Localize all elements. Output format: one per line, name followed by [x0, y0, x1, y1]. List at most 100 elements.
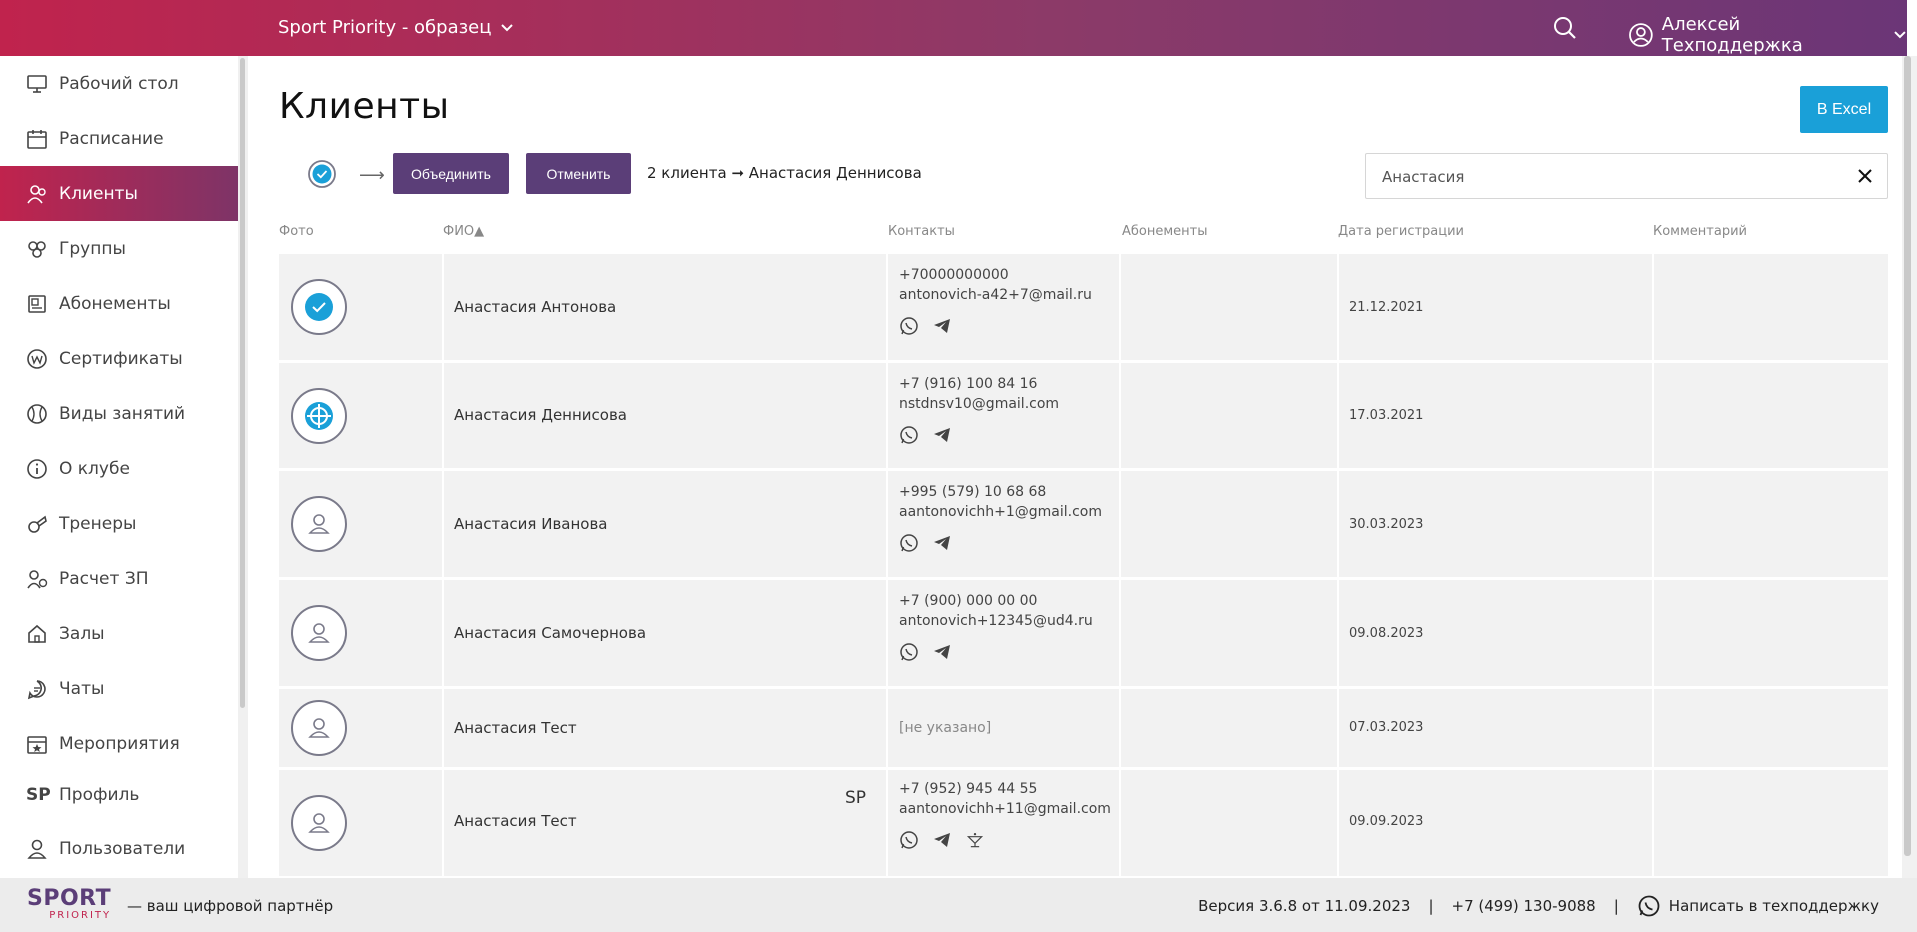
footer-separator: | — [1428, 897, 1434, 915]
client-email: aantonovichh+1@gmail.com — [899, 504, 1103, 520]
whatsapp-icon[interactable] — [899, 425, 919, 445]
sidebar-item-about-club[interactable]: О клубе — [0, 441, 238, 496]
close-icon[interactable] — [1856, 167, 1874, 185]
arrow-right-icon: ⟶ — [359, 165, 385, 186]
registration-date: 09.08.2023 — [1349, 626, 1424, 641]
user-name: Алексей Техподдержка — [1661, 14, 1803, 56]
client-contacts: [не указано] — [899, 718, 991, 738]
sidebar-item-schedule[interactable]: Расписание — [0, 111, 238, 166]
telegram-icon[interactable] — [932, 425, 952, 445]
client-name[interactable]: Анастасия Антонова — [454, 298, 616, 316]
sidebar-item-users[interactable]: Пользователи — [0, 821, 238, 876]
cell-divider — [1119, 689, 1121, 767]
user-icon — [27, 839, 47, 859]
sidebar-item-label: Расписание — [59, 128, 164, 149]
sidebar-item-label: Виды занятий — [59, 403, 186, 424]
page-scrollbar[interactable] — [1904, 56, 1911, 856]
footer: SPORT PRIORITY — ваш цифровой партнёр Ве… — [0, 878, 1917, 932]
client-name[interactable]: Анастасия Самочернова — [454, 624, 646, 642]
client-name[interactable]: Анастасия Иванова — [454, 515, 608, 533]
sidebar-item-certificates[interactable]: Сертификаты — [0, 331, 238, 386]
sidebar: Рабочий стол Расписание Клиенты Группы А… — [0, 56, 238, 878]
whatsapp-icon[interactable] — [899, 316, 919, 336]
search-icon[interactable] — [1552, 15, 1578, 41]
sidebar-item-profile[interactable]: SP Профиль — [0, 767, 238, 822]
column-header-reg-date: Дата регистрации — [1338, 224, 1465, 239]
sidebar-item-halls[interactable]: Залы — [0, 606, 238, 661]
cell-divider — [1337, 770, 1339, 876]
column-header-name[interactable]: ФИО▲ — [443, 224, 484, 239]
sidebar-item-clients[interactable]: Клиенты — [0, 166, 238, 221]
support-phone[interactable]: +7 (499) 130-9088 — [1452, 897, 1596, 915]
certificate-icon — [27, 348, 47, 369]
client-name[interactable]: Анастасия Тест — [454, 812, 577, 830]
client-search-box — [1365, 153, 1888, 199]
table-row[interactable]: Анастасия Иванова +995 (579) 10 68 68 aa… — [279, 471, 1888, 577]
table-row[interactable]: Анастасия Тест [не указано] 07.03.2023 — [279, 689, 1888, 767]
sidebar-item-chats[interactable]: Чаты — [0, 661, 238, 716]
export-excel-button[interactable]: В Excel — [1800, 86, 1888, 133]
messenger-icons — [899, 533, 952, 553]
client-email: antonovich-a42+7@mail.ru — [899, 287, 1092, 303]
whatsapp-icon[interactable] — [899, 533, 919, 553]
user-menu[interactable]: Алексей Техподдержка — [1628, 14, 1907, 56]
table-row[interactable]: Анастасия Деннисова +7 (916) 100 84 16 n… — [279, 363, 1888, 468]
cell-divider — [886, 689, 888, 767]
telegram-icon[interactable] — [932, 830, 952, 850]
chat-icon — [27, 679, 46, 699]
club-selector[interactable]: Sport Priority - образец — [278, 17, 514, 38]
cell-divider — [1652, 689, 1654, 767]
telegram-icon[interactable] — [932, 316, 952, 336]
merge-summary: 2 клиента ➞ Анастасия Деннисова — [647, 164, 922, 182]
cell-divider — [1337, 689, 1339, 767]
merge-button[interactable]: Объединить — [393, 153, 509, 194]
sidebar-item-label: Рабочий стол — [59, 73, 179, 94]
sidebar-item-trainers[interactable]: Тренеры — [0, 496, 238, 551]
search-input[interactable] — [1382, 166, 1822, 188]
avatar[interactable] — [291, 605, 347, 661]
client-name[interactable]: Анастасия Тест — [454, 719, 577, 737]
support-chat-link[interactable]: Написать в техподдержку — [1637, 894, 1879, 918]
whatsapp-icon[interactable] — [899, 642, 919, 662]
chevron-down-icon — [1894, 31, 1906, 39]
target-icon — [305, 402, 333, 430]
registration-date: 07.03.2023 — [1349, 720, 1424, 735]
registration-date: 21.12.2021 — [1349, 300, 1424, 315]
cancel-merge-button[interactable]: Отменить — [526, 153, 631, 194]
cell-divider — [442, 580, 444, 686]
table-row[interactable]: Анастасия Самочернова +7 (900) 000 00 00… — [279, 580, 1888, 686]
sidebar-item-activity-types[interactable]: Виды занятий — [0, 386, 238, 441]
client-name[interactable]: Анастасия Деннисова — [454, 406, 627, 424]
sidebar-item-label: Клиенты — [59, 183, 138, 204]
app-icon[interactable] — [965, 830, 985, 850]
client-email: nstdnsv10@gmail.com — [899, 396, 1060, 412]
sidebar-item-memberships[interactable]: Абонементы — [0, 276, 238, 331]
avatar[interactable] — [291, 388, 347, 444]
avatar[interactable] — [291, 795, 347, 851]
sidebar-scrollbar[interactable] — [240, 58, 245, 708]
cell-divider — [442, 689, 444, 767]
telegram-icon[interactable] — [932, 642, 952, 662]
select-all-checkbox[interactable] — [307, 159, 337, 189]
client-email: antonovich+12345@ud4.ru — [899, 613, 1093, 629]
sidebar-item-label: Мероприятия — [59, 733, 180, 754]
client-phone: +995 (579) 10 68 68 — [899, 484, 1047, 500]
table-row[interactable]: Анастасия Тест SP +7 (952) 945 44 55 aan… — [279, 770, 1888, 876]
sidebar-item-groups[interactable]: Группы — [0, 221, 238, 276]
sidebar-item-events[interactable]: Мероприятия — [0, 716, 238, 771]
cell-divider — [442, 363, 444, 468]
sidebar-item-salary[interactable]: Расчет ЗП — [0, 551, 238, 606]
person-icon — [308, 623, 330, 643]
avatar[interactable] — [291, 700, 347, 756]
table-row[interactable]: Анастасия Антонова +70000000000 antonovi… — [279, 254, 1888, 360]
column-header-comment: Комментарий — [1653, 224, 1747, 239]
person-icon — [308, 514, 330, 534]
telegram-icon[interactable] — [932, 533, 952, 553]
membership-icon — [28, 294, 46, 313]
ball-icon — [27, 403, 47, 424]
avatar[interactable] — [291, 496, 347, 552]
column-header-contacts: Контакты — [888, 224, 955, 239]
whatsapp-icon[interactable] — [899, 830, 919, 850]
avatar[interactable] — [291, 279, 347, 335]
sidebar-item-dashboard[interactable]: Рабочий стол — [0, 56, 238, 111]
